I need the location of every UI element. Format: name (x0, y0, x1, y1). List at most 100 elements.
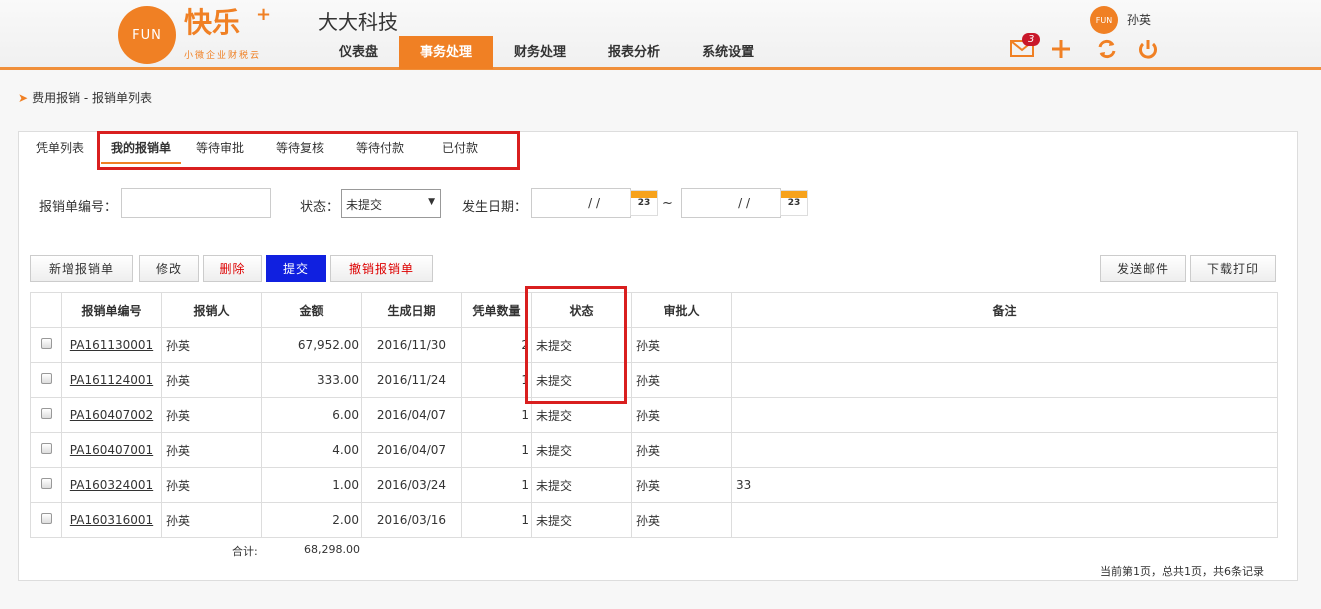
note-cell (731, 432, 1278, 468)
nav-finance[interactable]: 财务处理 (493, 36, 587, 69)
date-end-input[interactable]: / / (681, 188, 781, 218)
column-header: 审批人 (631, 292, 732, 328)
plus-icon[interactable] (1050, 38, 1072, 67)
edit-button[interactable]: 修改 (139, 255, 199, 282)
row-checkbox[interactable] (40, 408, 52, 419)
status-select[interactable]: 未提交 ▼ (341, 189, 441, 218)
download-print-button[interactable]: 下载打印 (1190, 255, 1276, 282)
add-report-button[interactable]: 新增报销单 (30, 255, 133, 282)
row-checkbox[interactable] (40, 373, 52, 384)
row-checkbox[interactable] (40, 338, 52, 349)
caret-down-icon: ▼ (428, 197, 435, 207)
table-header-row: 报销单编号 报销人 金额 生成日期 凭单数量 状态 审批人 备注 (30, 292, 1278, 328)
delete-button[interactable]: 删除 (203, 255, 262, 282)
nav-dashboard[interactable]: 仪表盘 (318, 36, 399, 69)
report-id-link[interactable]: PA160407002 (70, 408, 153, 422)
note-cell (731, 502, 1278, 538)
note-cell (731, 397, 1278, 433)
column-header: 报销人 (161, 292, 262, 328)
date-cell: 2016/04/07 (361, 432, 462, 468)
amount-cell: 67,952.00 (261, 327, 362, 363)
table-row: PA161130001 孙英 67,952.00 2016/11/30 2 未提… (30, 327, 1278, 363)
refresh-icon[interactable] (1096, 38, 1118, 67)
date-cell: 2016/03/16 (361, 502, 462, 538)
id-cell: PA160407002 (61, 397, 162, 433)
send-email-button[interactable]: 发送邮件 (1100, 255, 1186, 282)
person-cell: 孙英 (161, 397, 262, 433)
breadcrumb: ➤ 费用报销 - 报销单列表 (18, 89, 152, 106)
count-cell: 1 (461, 432, 532, 468)
calendar-icon[interactable]: 23 (630, 190, 658, 216)
date-cell: 2016/11/24 (361, 362, 462, 398)
row-checkbox[interactable] (40, 513, 52, 524)
id-cell: PA160324001 (61, 467, 162, 503)
count-cell: 1 (461, 502, 532, 538)
report-id-link[interactable]: PA160316001 (70, 513, 153, 527)
revoke-button[interactable]: 撤销报销单 (330, 255, 433, 282)
status-cell: 未提交 (531, 432, 632, 468)
count-cell: 1 (461, 362, 532, 398)
date-cell: 2016/11/30 (361, 327, 462, 363)
breadcrumb-text: 费用报销 - 报销单列表 (32, 91, 153, 105)
approver-cell: 孙英 (631, 362, 732, 398)
date-cell: 2016/04/07 (361, 397, 462, 433)
approver-cell: 孙英 (631, 432, 732, 468)
status-cell: 未提交 (531, 502, 632, 538)
power-icon[interactable] (1137, 38, 1159, 67)
report-id-link[interactable]: PA161124001 (70, 373, 153, 387)
approver-cell: 孙英 (631, 467, 732, 503)
number-input[interactable] (121, 188, 271, 218)
status-label: 状态： (300, 200, 340, 215)
table-row: PA160407001 孙英 4.00 2016/04/07 1 未提交 孙英 (30, 432, 1278, 468)
amount-cell: 333.00 (261, 362, 362, 398)
arrow-right-icon: ➤ (18, 91, 29, 105)
person-cell: 孙英 (161, 432, 262, 468)
tab-list-label: 凭单列表 (36, 141, 85, 155)
column-header: 备注 (731, 292, 1278, 328)
amount-cell: 4.00 (261, 432, 362, 468)
main-nav: 仪表盘 事务处理 财务处理 报表分析 系统设置 (318, 36, 775, 69)
logo-text: 快乐 (184, 6, 241, 39)
pagination-info: 当前第1页，总共1页，共6条记录 (1100, 565, 1264, 578)
total-value: 68,298.00 (304, 543, 360, 556)
date-start-input[interactable]: / / (531, 188, 631, 218)
logo-subtitle: 小微企业财税云 (184, 51, 262, 61)
column-header: 报销单编号 (61, 292, 162, 328)
nav-settings[interactable]: 系统设置 (681, 36, 775, 69)
id-cell: PA161124001 (61, 362, 162, 398)
calendar-day: 23 (637, 198, 651, 208)
approver-cell: 孙英 (631, 327, 732, 363)
date-cell: 2016/03/24 (361, 467, 462, 503)
date-separator: ~ (662, 196, 673, 211)
person-cell: 孙英 (161, 502, 262, 538)
nav-reports[interactable]: 报表分析 (587, 36, 681, 69)
id-cell: PA160407001 (61, 432, 162, 468)
person-cell: 孙英 (161, 467, 262, 503)
submit-button[interactable]: 提交 (266, 255, 326, 282)
calendar-icon[interactable]: 23 (780, 190, 808, 216)
avatar[interactable]: FUN (1090, 6, 1118, 34)
row-checkbox[interactable] (40, 443, 52, 454)
approver-cell: 孙英 (631, 397, 732, 433)
id-cell: PA161130001 (61, 327, 162, 363)
report-id-link[interactable]: PA160324001 (70, 478, 153, 492)
person-cell: 孙英 (161, 362, 262, 398)
row-checkbox[interactable] (40, 478, 52, 489)
mail-badge: 3 (1022, 33, 1041, 46)
report-id-link[interactable]: PA160407001 (70, 443, 153, 457)
report-id-link[interactable]: PA161130001 (70, 338, 153, 352)
count-cell: 2 (461, 327, 532, 363)
column-header: 生成日期 (361, 292, 462, 328)
amount-cell: 1.00 (261, 467, 362, 503)
row-checkbox-cell (30, 362, 62, 398)
date-label: 发生日期： (462, 200, 528, 215)
company-name: 大大科技 (318, 10, 398, 34)
approver-cell: 孙英 (631, 502, 732, 538)
highlight-box (97, 131, 520, 170)
row-checkbox-cell (30, 432, 62, 468)
count-cell: 1 (461, 397, 532, 433)
person-cell: 孙英 (161, 327, 262, 363)
nav-transactions[interactable]: 事务处理 (399, 36, 494, 69)
id-cell: PA160316001 (61, 502, 162, 538)
user-name[interactable]: 孙英 (1127, 11, 1151, 28)
